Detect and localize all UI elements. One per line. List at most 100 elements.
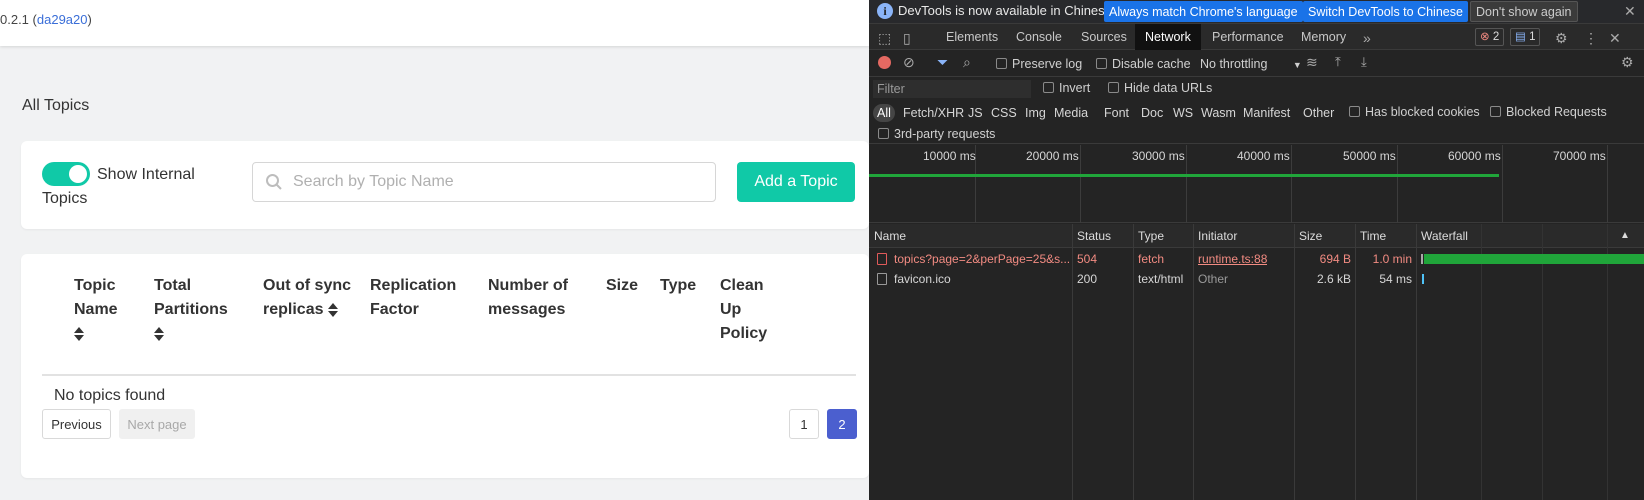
timeline-gridline [1080, 145, 1081, 223]
network-settings-icon[interactable]: ⚙ [1621, 54, 1634, 71]
request-row[interactable]: favicon.ico 200 text/html Other 2.6 kB 5… [869, 269, 1644, 289]
device-toolbar-icon[interactable]: ▯ [903, 30, 911, 47]
errors-badge[interactable]: ⊗ 2 [1475, 28, 1505, 46]
col-time[interactable]: Time [1360, 229, 1386, 243]
page-2-button[interactable]: 2 [827, 409, 857, 439]
throttling-select[interactable]: No throttling ▼ [1200, 57, 1302, 71]
page-1-button[interactable]: 1 [789, 409, 819, 439]
match-language-button[interactable]: Always match Chrome's language [1104, 1, 1303, 22]
network-conditions-icon[interactable]: ≋ [1306, 54, 1318, 71]
type-img[interactable]: Img [1025, 104, 1046, 122]
timeline-gridline [1607, 145, 1608, 223]
more-options-icon[interactable]: ⋮ [1584, 30, 1598, 47]
has-blocked-cookies-checkbox[interactable]: Has blocked cookies [1349, 105, 1480, 119]
col-status[interactable]: Status [1077, 229, 1111, 243]
checkbox[interactable] [1096, 58, 1107, 69]
timeline-label: 20000 ms [1026, 149, 1079, 163]
add-topic-button[interactable]: Add a Topic [737, 162, 855, 202]
search-box [252, 162, 716, 202]
col-size[interactable]: Size [1299, 229, 1322, 243]
type-all[interactable]: All [873, 104, 895, 122]
type-ws[interactable]: WS [1173, 104, 1193, 122]
timeline-overview[interactable]: 10000 ms 20000 ms 30000 ms 40000 ms 5000… [869, 145, 1644, 223]
export-har-icon[interactable]: ⤓ [1361, 54, 1367, 70]
tab-memory[interactable]: Memory [1301, 24, 1346, 50]
request-time: 54 ms [1379, 272, 1412, 286]
preserve-log-checkbox[interactable]: Preserve log [996, 57, 1082, 71]
checkbox[interactable] [1108, 82, 1119, 93]
import-har-icon[interactable]: ⤒ [1335, 54, 1341, 70]
close-devtools-icon[interactable]: ✕ [1609, 30, 1621, 47]
search-input[interactable] [293, 163, 703, 201]
devtools-tabbar: ⬚ ▯ Elements Console Sources Network Per… [869, 24, 1644, 50]
column-out-of-sync[interactable]: Out of sync replicas [263, 274, 358, 322]
col-waterfall[interactable]: Waterfall [1421, 229, 1468, 243]
type-font[interactable]: Font [1104, 104, 1129, 122]
sort-icon[interactable] [327, 302, 338, 317]
column-cleanup-policy: Clean Up Policy [720, 277, 768, 342]
close-icon[interactable]: ✕ [1624, 3, 1636, 20]
clear-icon[interactable]: ⊘ [903, 54, 915, 71]
request-name[interactable]: topics?page=2&perPage=25&s... [894, 252, 1069, 266]
tab-console[interactable]: Console [1016, 24, 1062, 50]
type-doc[interactable]: Doc [1141, 104, 1163, 122]
column-topic-name[interactable]: Topic Name [74, 274, 144, 346]
sort-icon[interactable] [154, 326, 164, 341]
version-hash-link[interactable]: da29a20 [37, 12, 88, 27]
checkbox[interactable] [1349, 106, 1360, 117]
invert-checkbox[interactable]: Invert [1043, 81, 1090, 95]
checkbox[interactable] [996, 58, 1007, 69]
type-manifest[interactable]: Manifest [1243, 104, 1290, 122]
checkbox[interactable] [1490, 106, 1501, 117]
col-type[interactable]: Type [1138, 229, 1164, 243]
blocked-requests-checkbox[interactable]: Blocked Requests [1490, 105, 1607, 119]
kafka-ui-app: 0.2.1 (da29a20) All Topics Show Internal… [0, 0, 869, 500]
disable-cache-checkbox[interactable]: Disable cache [1096, 57, 1191, 71]
request-row[interactable]: topics?page=2&perPage=25&s... 504 fetch … [869, 249, 1644, 269]
col-name[interactable]: Name [874, 229, 906, 243]
empty-state: No topics found [54, 387, 166, 404]
col-initiator[interactable]: Initiator [1198, 229, 1237, 243]
timeline-gridline [1186, 145, 1187, 223]
settings-gear-icon[interactable]: ⚙ [1555, 30, 1568, 47]
table-header-divider [42, 374, 856, 376]
info-icon: i [877, 3, 893, 19]
search-icon[interactable]: ⌕ [963, 54, 971, 71]
messages-badge[interactable]: ▤ 1 [1510, 28, 1541, 46]
request-name[interactable]: favicon.ico [894, 272, 1069, 286]
inspect-element-icon[interactable]: ⬚ [878, 30, 891, 47]
request-initiator-link[interactable]: runtime.ts:88 [1198, 252, 1267, 266]
type-media[interactable]: Media [1054, 104, 1088, 122]
type-css[interactable]: CSS [991, 104, 1017, 122]
request-status: 504 [1077, 252, 1098, 266]
third-party-checkbox[interactable]: 3rd-party requests [878, 127, 995, 141]
search-icon [266, 174, 282, 190]
type-fetch-xhr[interactable]: Fetch/XHR [903, 104, 964, 122]
dont-show-again-button[interactable]: Don't show again [1470, 1, 1578, 22]
waterfall-bar [1424, 254, 1644, 264]
filter-input[interactable] [873, 80, 1031, 98]
hide-data-urls-checkbox[interactable]: Hide data URLs [1108, 81, 1212, 95]
record-icon[interactable] [878, 56, 891, 69]
sort-icon[interactable] [74, 326, 84, 341]
column-type: Type [660, 277, 697, 294]
sort-ascending-icon[interactable]: ▲ [1620, 230, 1630, 241]
next-page-button[interactable]: Next page [119, 409, 195, 439]
resource-type-filters: All Fetch/XHR JS CSS Img Media Font Doc … [869, 101, 1644, 125]
infobar-text: DevTools is now available in Chinese! [898, 3, 1116, 18]
type-js[interactable]: JS [968, 104, 983, 122]
tab-sources[interactable]: Sources [1081, 24, 1127, 50]
column-total-partitions[interactable]: Total Partitions [154, 274, 244, 346]
filter-icon[interactable]: ⏷ [937, 54, 948, 71]
checkbox[interactable] [1043, 82, 1054, 93]
checkbox[interactable] [878, 128, 889, 139]
previous-button[interactable]: Previous [42, 409, 111, 439]
tab-network[interactable]: Network [1135, 24, 1201, 50]
request-initiator: Other [1198, 272, 1229, 286]
switch-chinese-button[interactable]: Switch DevTools to Chinese [1303, 1, 1468, 22]
more-tabs-icon[interactable]: » [1363, 30, 1371, 46]
tab-elements[interactable]: Elements [946, 24, 998, 50]
tab-performance[interactable]: Performance [1212, 24, 1284, 50]
type-other[interactable]: Other [1303, 104, 1334, 122]
type-wasm[interactable]: Wasm [1201, 104, 1236, 122]
